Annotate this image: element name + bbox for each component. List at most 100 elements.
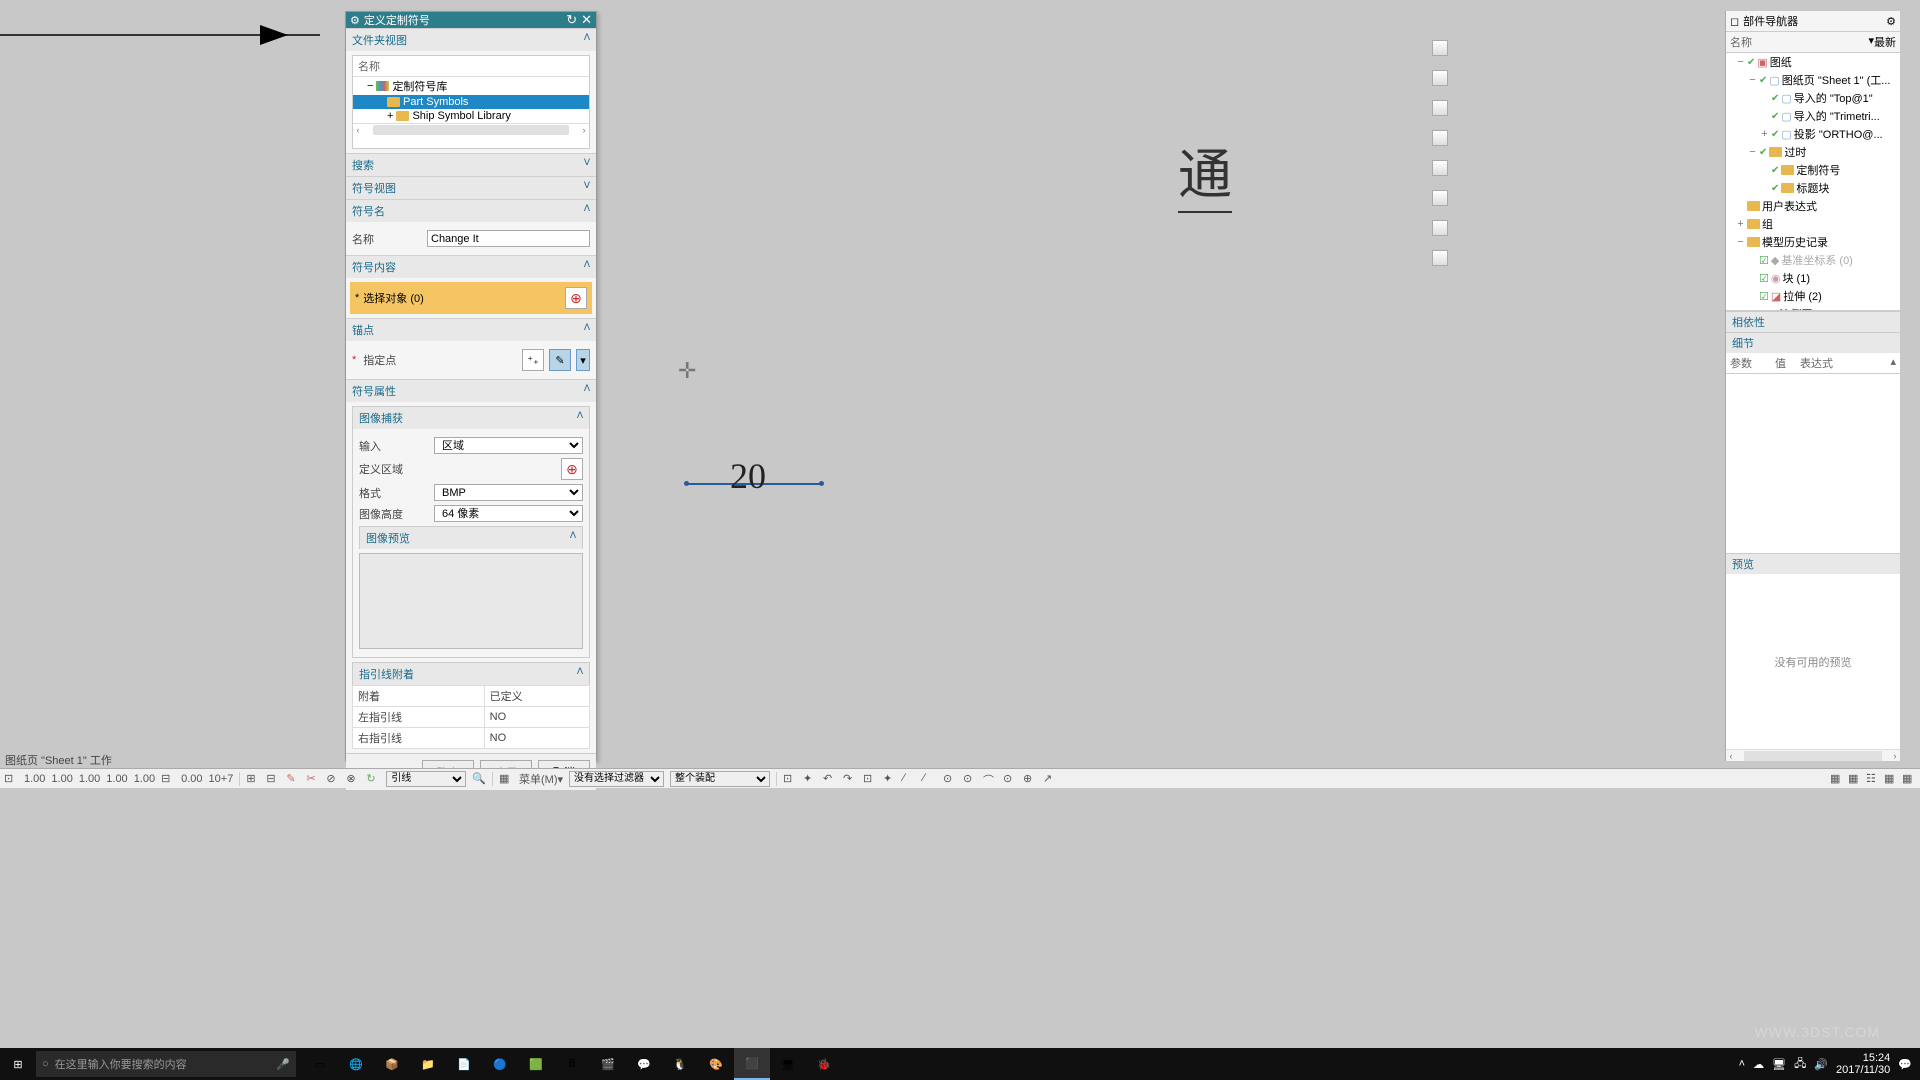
menu-button[interactable]: 菜单(M)▾ [519,771,563,787]
tool-icon[interactable]: ✦ [883,772,897,786]
system-tray[interactable]: ˄ ☁ 🖥 🖧 🔊 15:24 2017/11/30 💬 [1739,1052,1920,1076]
tool-icon[interactable]: ∕ [903,772,917,786]
gear-icon[interactable]: ⚙ [1886,15,1896,28]
tool-icon[interactable]: ⊙ [963,772,977,786]
app-icon[interactable]: 📄 [446,1048,482,1080]
taskbar-clock[interactable]: 15:24 2017/11/30 [1836,1052,1890,1076]
dependency-section[interactable]: 相依性 [1726,311,1900,332]
app-visualstudio[interactable]: ⬛ [734,1048,770,1080]
section-image-capture[interactable]: 图像捕获ᐱ [352,406,590,429]
tool-button[interactable] [1432,190,1448,206]
app-icon[interactable]: 📦 [374,1048,410,1080]
section-symbol-name[interactable]: 符号名ᐱ [346,199,596,222]
tool-icon[interactable]: ▦ [1902,772,1916,786]
tool-button[interactable] [1432,160,1448,176]
tool-icon[interactable]: ⊙ [1003,772,1017,786]
close-icon[interactable]: ✕ [581,12,592,28]
tool-icon[interactable]: ⊘ [326,772,340,786]
tray-icon[interactable]: ☁ [1753,1058,1764,1071]
scroll-right-icon[interactable]: › [1890,751,1900,761]
section-image-preview[interactable]: 图像预览ᐱ [359,526,583,549]
infer-point-button[interactable]: ✎ [549,349,571,371]
mic-icon[interactable]: 🎤 [276,1058,290,1071]
params-table[interactable]: 参数值表达式▴ [1726,353,1900,553]
tool-icon[interactable]: ∕ [923,772,937,786]
input-select[interactable]: 区域 [434,437,583,454]
app-icon[interactable]: 🎨 [698,1048,734,1080]
app-icon[interactable]: 🖥 [770,1048,806,1080]
search-icon[interactable]: 🔍 [472,772,486,785]
tool-icon[interactable]: ⊡ [863,772,877,786]
tool-icon[interactable]: ✦ [803,772,817,786]
filter-select[interactable]: 没有选择过滤器 [569,771,664,787]
tool-button[interactable] [1432,250,1448,266]
tray-volume-icon[interactable]: 🔊 [1814,1058,1828,1071]
tool-icon[interactable]: ↗ [1043,772,1057,786]
sort-icon[interactable]: ▴ [1890,355,1896,371]
tool-button[interactable] [1432,220,1448,236]
tree-item-part-symbols[interactable]: Part Symbols [353,95,589,109]
tool-icon[interactable]: ▦ [1830,772,1844,786]
format-select[interactable]: BMP [434,484,583,501]
tray-up-icon[interactable]: ˄ [1739,1058,1745,1070]
tool-button[interactable] [1432,100,1448,116]
navigator-tree[interactable]: −✔▣图纸 −✔▢图纸页 "Sheet 1" (工... ✔▢导入的 "Top@… [1726,53,1900,311]
tool-icon[interactable]: ▦ [1848,772,1862,786]
app-explorer[interactable]: 📁 [410,1048,446,1080]
dialog-titlebar[interactable]: ⚙ 定义定制符号 ↻ ✕ [346,12,596,28]
preview-section[interactable]: 预览 [1726,553,1900,574]
select-objects-row[interactable]: * 选择对象 (0) ⊕ [350,282,592,314]
tool-icon[interactable]: ↶ [823,772,837,786]
app-wechat[interactable]: 💬 [626,1048,662,1080]
tool-icon[interactable]: ⌒ [983,772,997,786]
tool-button[interactable] [1432,70,1448,86]
section-symbol-content[interactable]: 符号内容ᐱ [346,255,596,278]
app-icon[interactable]: 🟩 [518,1048,554,1080]
section-symbol-props[interactable]: 符号属性ᐱ [346,379,596,402]
tray-icon[interactable]: 🖥 [1772,1058,1786,1071]
section-leader-attach[interactable]: 指引线附着ᐱ [352,662,590,685]
scope-select[interactable]: 整个装配 [670,771,770,787]
notification-icon[interactable]: 💬 [1898,1058,1912,1071]
reset-icon[interactable]: ↻ [566,12,577,28]
tool-icon[interactable]: ⊙ [943,772,957,786]
details-section[interactable]: 细节 [1726,332,1900,353]
navigator-columns[interactable]: 名称▾ 最新 [1726,32,1900,53]
tool-icon[interactable]: ⊗ [346,772,360,786]
start-button[interactable]: ⊞ [0,1048,36,1080]
name-input[interactable] [427,230,590,247]
tool-icon[interactable]: ⊡ [4,772,18,786]
tool-icon[interactable]: ↷ [843,772,857,786]
scrollbar[interactable] [373,125,569,135]
dimension-value[interactable]: 20 [730,455,766,497]
scroll-left-icon[interactable]: ‹ [353,125,363,135]
tool-icon[interactable]: ⊕ [1023,772,1037,786]
section-folder-view[interactable]: 文件夹视图ᐱ [346,28,596,51]
folder-tree[interactable]: 名称 −定制符号库 Part Symbols +Ship Symbol Libr… [352,55,590,149]
tool-icon[interactable]: ⊟ [161,772,175,786]
point-tool-button[interactable]: ⁺₊ [522,349,544,371]
section-symbol-view[interactable]: 符号视图ᐯ [346,176,596,199]
drawing-canvas[interactable]: ✛ 20 通 图纸页 "Sheet 1" 工作 [0,0,1250,762]
tool-icon[interactable]: ▦ [1884,772,1898,786]
scrollbar[interactable] [1744,751,1882,761]
height-select[interactable]: 64 像素 [434,505,583,522]
app-chrome[interactable]: 🌐 [338,1048,374,1080]
define-region-button[interactable]: ⊕ [561,458,583,480]
tool-icon[interactable]: ⊞ [246,772,260,786]
tool-button[interactable] [1432,40,1448,56]
menu-icon[interactable]: ▦ [499,772,513,786]
tool-icon[interactable]: ⊡ [783,772,797,786]
scroll-right-icon[interactable]: › [579,125,589,135]
pin-icon[interactable]: ◻ [1730,15,1739,28]
dropdown-button[interactable]: ▾ [576,349,590,371]
app-icon[interactable]: 🐧 [662,1048,698,1080]
scroll-left-icon[interactable]: ‹ [1726,751,1736,761]
app-calculator[interactable]: 🖩 [554,1048,590,1080]
tree-item-library[interactable]: −定制符号库 [353,77,589,95]
section-anchor[interactable]: 锚点ᐱ [346,318,596,341]
tool-icon[interactable]: ☷ [1866,772,1880,786]
navigator-titlebar[interactable]: ◻ 部件导航器 ⚙ [1726,11,1900,32]
tool-icon[interactable]: ✎ [286,772,300,786]
tray-network-icon[interactable]: 🖧 [1794,1055,1806,1074]
